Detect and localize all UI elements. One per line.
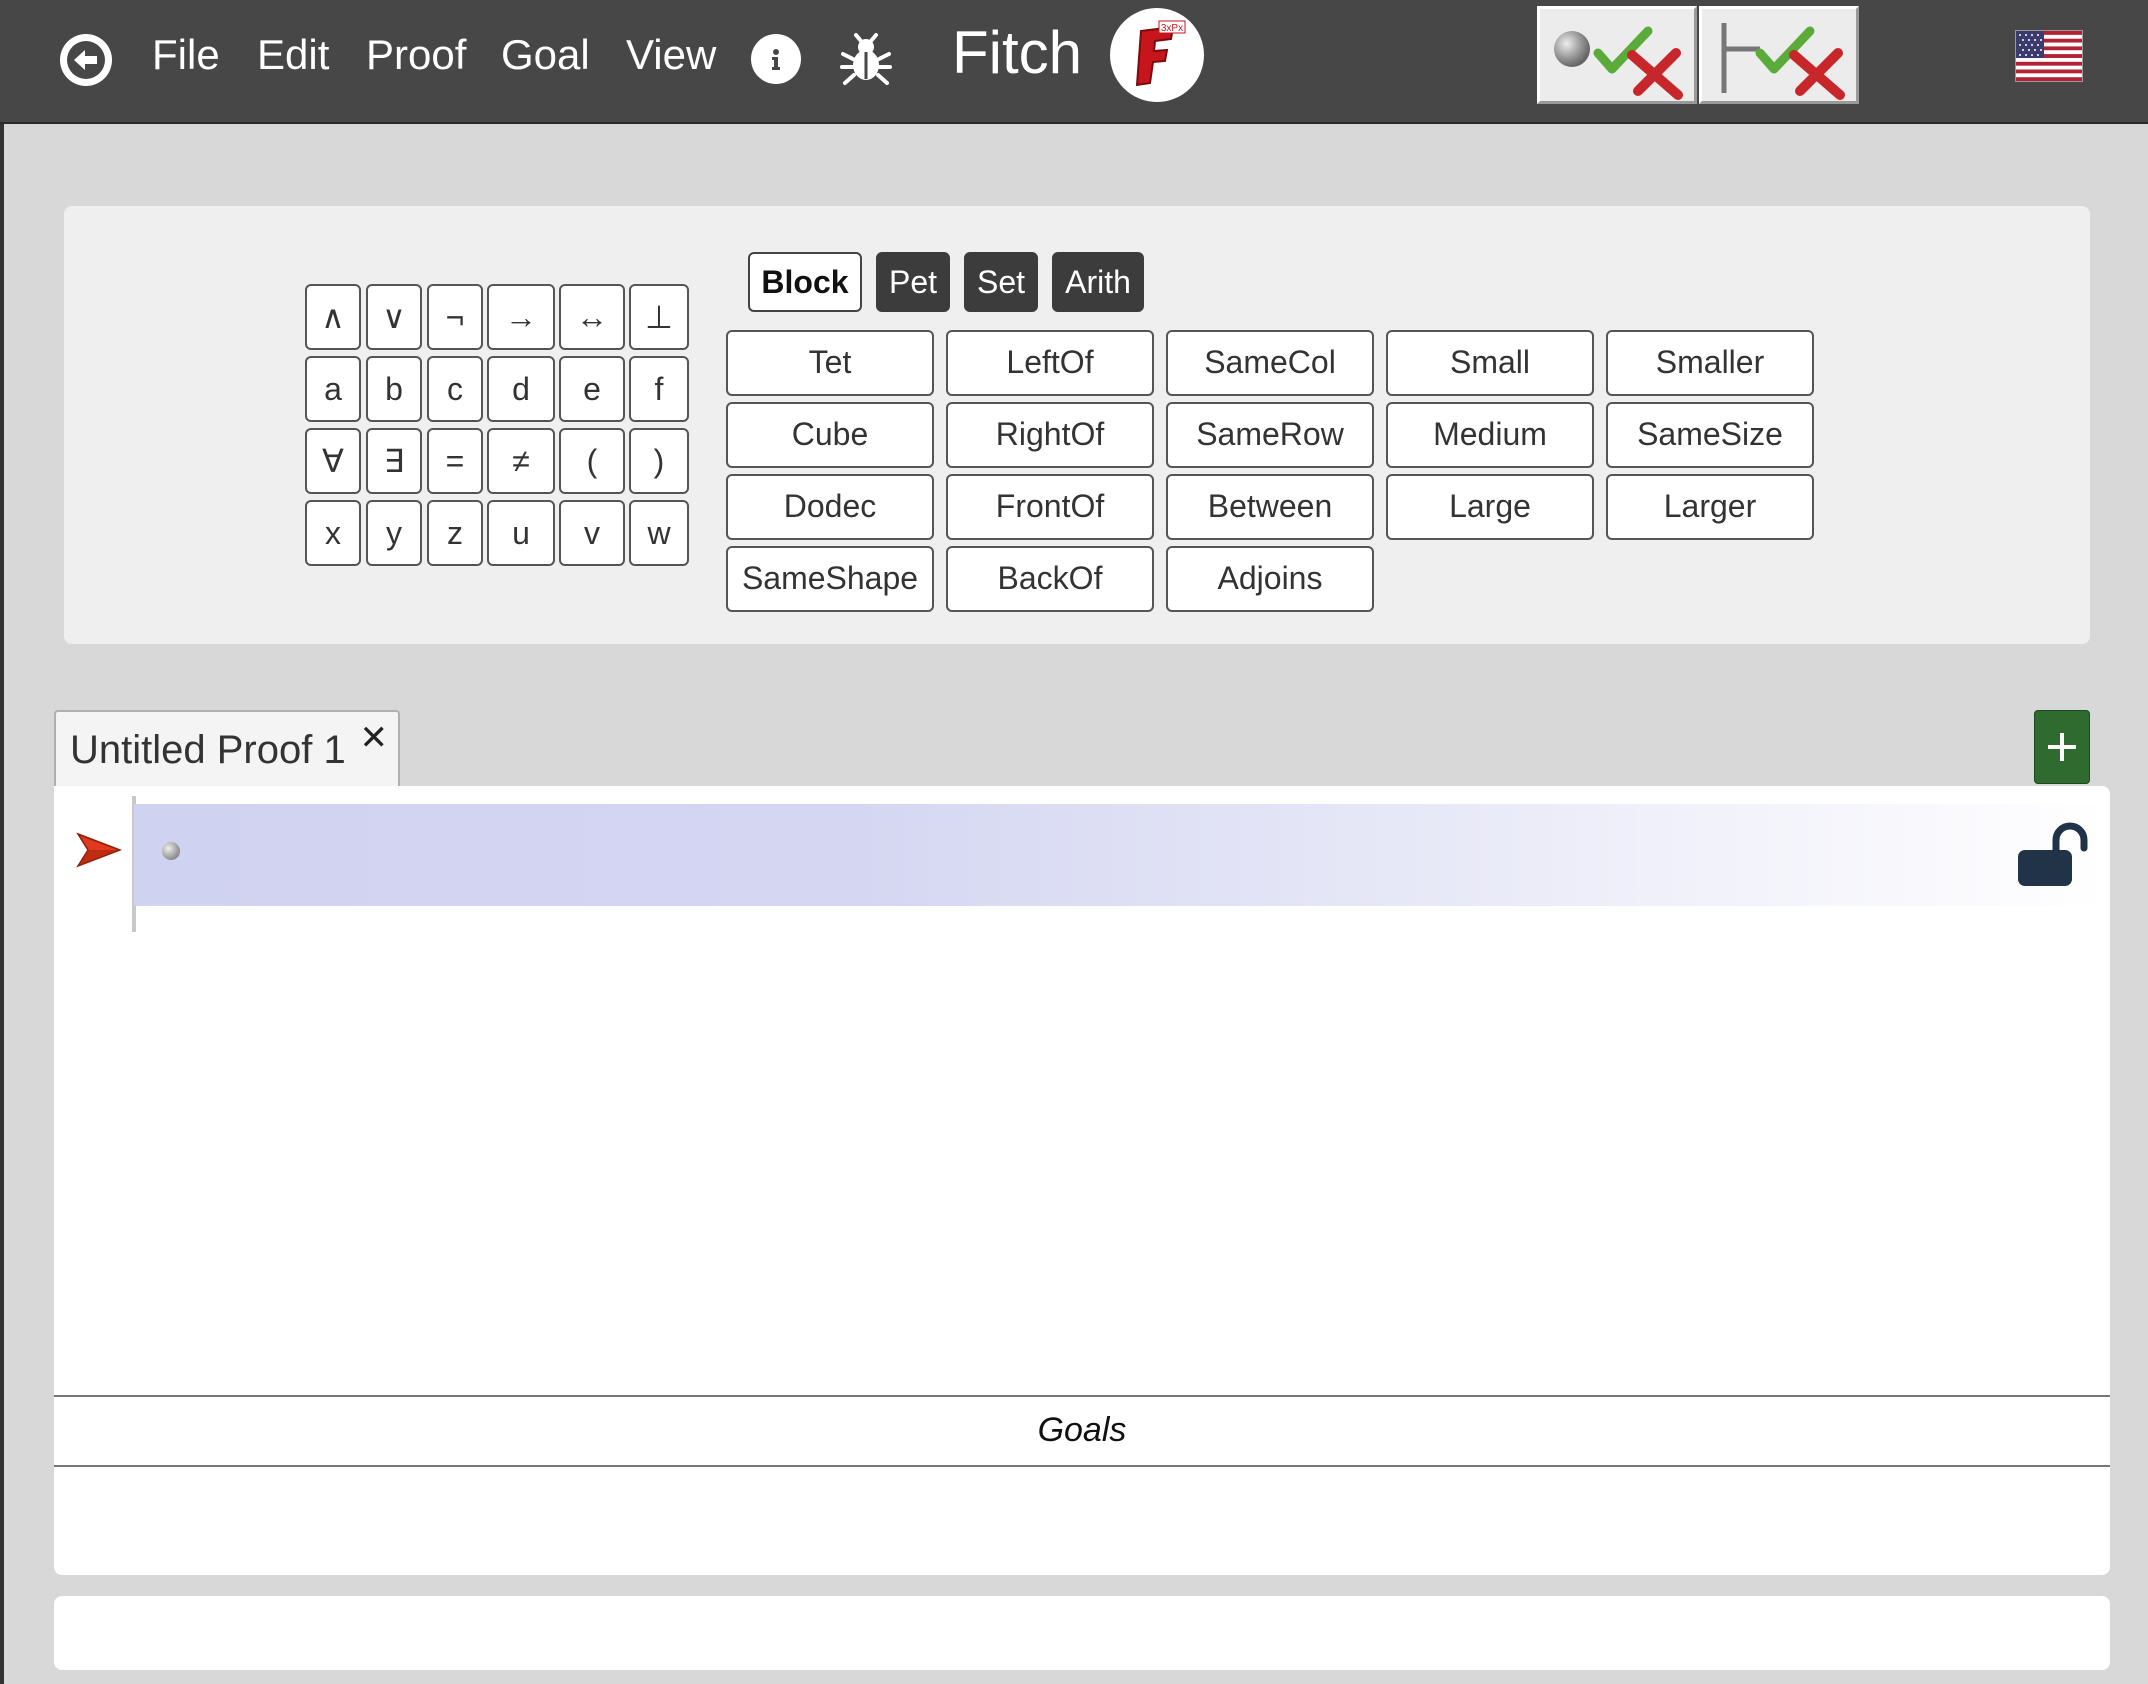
tab-signature-pet[interactable]: Pet [876, 252, 950, 312]
symbol-d[interactable]: d [487, 356, 555, 422]
menu-goal[interactable]: Goal [501, 30, 590, 80]
menu-edit[interactable]: Edit [257, 30, 329, 80]
tab-signature-set[interactable]: Set [964, 252, 1038, 312]
predicate-leftof[interactable]: LeftOf [946, 330, 1154, 396]
predicate-larger[interactable]: Larger [1606, 474, 1814, 540]
predicate-samesize[interactable]: SameSize [1606, 402, 1814, 468]
symbol-implies[interactable]: → [487, 284, 555, 350]
predicate-frontof[interactable]: FrontOf [946, 474, 1154, 540]
predicate-adjoins[interactable]: Adjoins [1166, 546, 1374, 612]
logo-badge: 3xPx [1161, 23, 1183, 34]
us-flag-icon[interactable] [2015, 30, 2083, 82]
line-status-dot-icon [162, 842, 180, 860]
symbol-w[interactable]: w [629, 500, 689, 566]
proof-line[interactable] [134, 804, 2110, 906]
symbol-forall[interactable]: ∀ [305, 428, 361, 494]
symbol-or[interactable]: ∨ [366, 284, 422, 350]
symbol-a[interactable]: a [305, 356, 361, 422]
symbol-not[interactable]: ¬ [427, 284, 483, 350]
verify-proof-button[interactable] [1537, 6, 1697, 104]
predicate-samerow[interactable]: SameRow [1166, 402, 1374, 468]
symbol-equals[interactable]: = [427, 428, 483, 494]
add-proof-button[interactable] [2034, 710, 2090, 784]
goals-header: Goals [54, 1395, 2110, 1467]
predicate-backof[interactable]: BackOf [946, 546, 1154, 612]
predicate-tet[interactable]: Tet [726, 330, 934, 396]
symbol-e[interactable]: e [559, 356, 625, 422]
app-title: Fitch [952, 19, 1083, 86]
current-line-pointer-icon [76, 832, 123, 873]
verify-goals-button[interactable] [1699, 6, 1859, 104]
goals-area[interactable] [54, 1467, 2110, 1575]
symbol-f[interactable]: f [629, 356, 689, 422]
info-icon[interactable] [751, 34, 801, 84]
predicate-rightof[interactable]: RightOf [946, 402, 1154, 468]
symbol-iff[interactable]: ↔ [559, 284, 625, 350]
symbol-u[interactable]: u [487, 500, 555, 566]
symbol-and[interactable]: ∧ [305, 284, 361, 350]
close-icon[interactable]: ✕ [360, 718, 389, 758]
tab-proof-1[interactable]: Untitled Proof 1 ✕ [54, 710, 400, 786]
symbol-exists[interactable]: ∃ [366, 428, 422, 494]
symbol-x[interactable]: x [305, 500, 361, 566]
menu-file[interactable]: File [152, 30, 220, 80]
symbol-bottom[interactable]: ⊥ [629, 284, 689, 350]
predicate-between[interactable]: Between [1166, 474, 1374, 540]
symbol-left-paren[interactable]: ( [559, 428, 625, 494]
back-icon[interactable] [60, 34, 112, 86]
predicate-large[interactable]: Large [1386, 474, 1594, 540]
proof-area [54, 786, 2110, 1396]
menu-proof[interactable]: Proof [366, 30, 466, 80]
left-border [0, 124, 4, 1684]
symbol-c[interactable]: c [427, 356, 483, 422]
symbol-not-equals[interactable]: ≠ [487, 428, 555, 494]
menu-view[interactable]: View [626, 30, 716, 80]
tab-signature-block[interactable]: Block [748, 252, 862, 312]
predicate-small[interactable]: Small [1386, 330, 1594, 396]
predicate-medium[interactable]: Medium [1386, 402, 1594, 468]
status-bar [54, 1596, 2110, 1670]
symbol-b[interactable]: b [366, 356, 422, 422]
symbol-v[interactable]: v [559, 500, 625, 566]
symbol-right-paren[interactable]: ) [629, 428, 689, 494]
predicate-cube[interactable]: Cube [726, 402, 934, 468]
unlock-icon[interactable] [2014, 822, 2090, 893]
predicate-samecol[interactable]: SameCol [1166, 330, 1374, 396]
predicate-dodec[interactable]: Dodec [726, 474, 934, 540]
plus-icon [2048, 733, 2076, 761]
predicate-sameshape[interactable]: SameShape [726, 546, 934, 612]
proof-tab-label: Untitled Proof 1 [70, 728, 346, 772]
symbol-z[interactable]: z [427, 500, 483, 566]
tab-signature-arith[interactable]: Arith [1052, 252, 1144, 312]
top-bar: File Edit Proof Goal View Fitch 3xPx [0, 0, 2148, 124]
fitch-logo: 3xPx [1110, 8, 1204, 102]
bug-icon[interactable] [838, 32, 894, 88]
predicate-smaller[interactable]: Smaller [1606, 330, 1814, 396]
symbol-y[interactable]: y [366, 500, 422, 566]
